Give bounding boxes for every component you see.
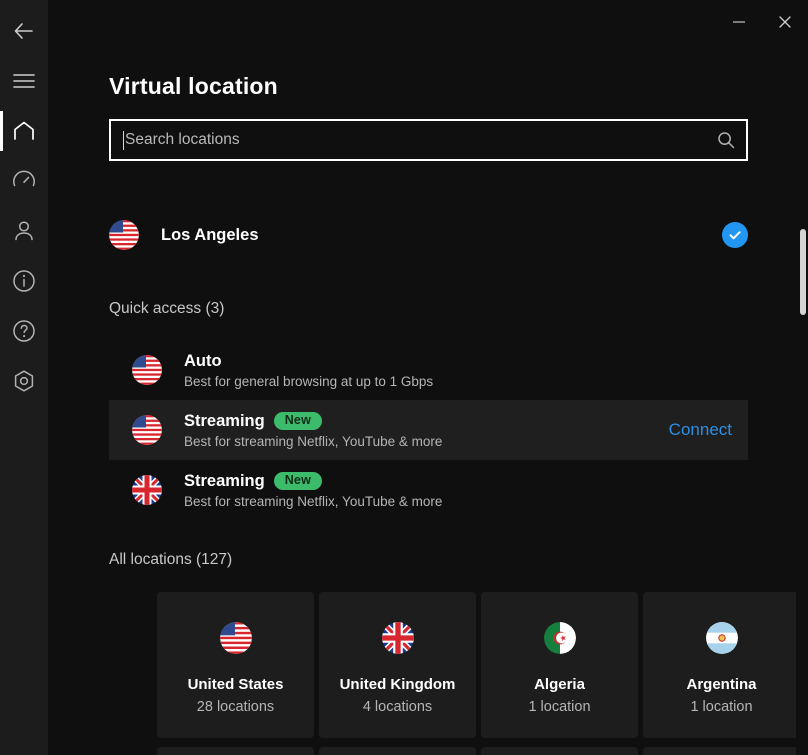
sidebar bbox=[0, 0, 48, 755]
app-window: Virtual location Search locations Los An… bbox=[0, 0, 808, 755]
list-item-text: Streaming New Best for streaming Netflix… bbox=[184, 412, 442, 449]
current-location-row[interactable]: Los Angeles bbox=[109, 210, 748, 260]
flag-us-icon bbox=[132, 355, 162, 385]
flag-gb-icon bbox=[381, 622, 414, 654]
quick-access-list: Auto Best for general browsing at up to … bbox=[109, 340, 748, 520]
list-item[interactable]: Auto Best for general browsing at up to … bbox=[109, 340, 748, 400]
close-icon bbox=[776, 13, 794, 31]
search-input[interactable] bbox=[124, 121, 706, 159]
all-locations-grid: United States 28 locations United Kingdo… bbox=[157, 592, 808, 738]
flag-gb-icon bbox=[132, 475, 162, 505]
hamburger-menu-icon bbox=[12, 71, 36, 91]
location-card-name: United States bbox=[187, 676, 284, 693]
location-card-count: 1 location bbox=[528, 699, 591, 715]
home-icon bbox=[11, 119, 37, 143]
window-controls bbox=[716, 0, 808, 44]
info-circle-icon bbox=[11, 268, 37, 294]
list-item-text: Streaming New Best for streaming Netflix… bbox=[184, 472, 442, 509]
location-card-count: 4 locations bbox=[362, 699, 433, 715]
quick-access-heading: Quick access (3) bbox=[109, 300, 225, 317]
flag-ar-icon bbox=[705, 622, 738, 654]
sidebar-item-back[interactable] bbox=[0, 6, 48, 56]
sidebar-item-info[interactable] bbox=[0, 256, 48, 306]
list-item-titleline: Auto bbox=[184, 352, 433, 371]
location-card-count: 1 location bbox=[690, 699, 753, 715]
flag-us-icon bbox=[132, 415, 162, 445]
current-location-name: Los Angeles bbox=[161, 225, 259, 244]
settings-hex-icon bbox=[11, 368, 37, 394]
check-circle-icon[interactable] bbox=[722, 222, 748, 248]
scrollbar-thumb[interactable] bbox=[800, 229, 806, 315]
connect-button[interactable]: Connect bbox=[669, 420, 732, 440]
new-badge: New bbox=[273, 412, 322, 430]
arrow-left-icon bbox=[11, 18, 37, 44]
sidebar-item-menu[interactable] bbox=[0, 56, 48, 106]
location-card-name: Argentina bbox=[686, 676, 757, 693]
list-item-titleline: Streaming New bbox=[184, 412, 442, 431]
list-item[interactable]: Streaming New Best for streaming Netflix… bbox=[109, 460, 748, 520]
flag-us-icon bbox=[109, 220, 139, 250]
location-card[interactable]: Argentina 1 location bbox=[643, 592, 800, 738]
list-item-subtitle: Best for streaming Netflix, YouTube & mo… bbox=[184, 433, 443, 449]
page-title: Virtual location bbox=[109, 73, 278, 100]
sidebar-item-account[interactable] bbox=[0, 206, 48, 256]
location-card[interactable] bbox=[319, 747, 476, 755]
search-icon[interactable] bbox=[706, 130, 746, 150]
flag-dz-icon bbox=[543, 622, 576, 654]
sidebar-item-speed[interactable] bbox=[0, 156, 48, 206]
all-locations-grid-next-row bbox=[157, 747, 808, 755]
new-badge: New bbox=[273, 472, 322, 490]
scrollbar-track[interactable] bbox=[796, 44, 808, 755]
help-circle-icon bbox=[11, 318, 37, 344]
close-button[interactable] bbox=[762, 2, 808, 42]
person-icon bbox=[11, 218, 37, 244]
speedometer-icon bbox=[11, 168, 37, 194]
location-card-name: United Kingdom bbox=[339, 676, 456, 693]
list-item-title: Streaming bbox=[184, 411, 265, 430]
list-item-subtitle: Best for general browsing at up to 1 Gbp… bbox=[184, 373, 434, 389]
list-item[interactable]: Streaming New Best for streaming Netflix… bbox=[109, 400, 748, 460]
location-card[interactable] bbox=[481, 747, 638, 755]
main-content: Virtual location Search locations Los An… bbox=[48, 0, 808, 755]
sidebar-item-help[interactable] bbox=[0, 306, 48, 356]
location-card[interactable] bbox=[157, 747, 314, 755]
location-card[interactable] bbox=[643, 747, 800, 755]
location-card-name: Algeria bbox=[534, 676, 585, 693]
location-card-count: 28 locations bbox=[196, 699, 275, 715]
search-box[interactable] bbox=[109, 119, 748, 161]
list-item-subtitle: Best for streaming Netflix, YouTube & mo… bbox=[184, 493, 443, 509]
sidebar-item-home[interactable] bbox=[0, 106, 48, 156]
list-item-title: Auto bbox=[184, 351, 222, 370]
list-item-title: Streaming bbox=[184, 471, 265, 490]
list-item-text: Auto Best for general browsing at up to … bbox=[184, 352, 433, 389]
minimize-button[interactable] bbox=[716, 2, 762, 42]
list-item-titleline: Streaming New bbox=[184, 472, 442, 491]
location-card[interactable]: Algeria 1 location bbox=[481, 592, 638, 738]
location-card[interactable]: United Kingdom 4 locations bbox=[319, 592, 476, 738]
minimize-icon bbox=[730, 16, 748, 28]
location-card[interactable]: United States 28 locations bbox=[157, 592, 314, 738]
sidebar-item-settings[interactable] bbox=[0, 356, 48, 406]
all-locations-heading: All locations (127) bbox=[109, 551, 233, 568]
flag-us-icon bbox=[219, 622, 252, 654]
